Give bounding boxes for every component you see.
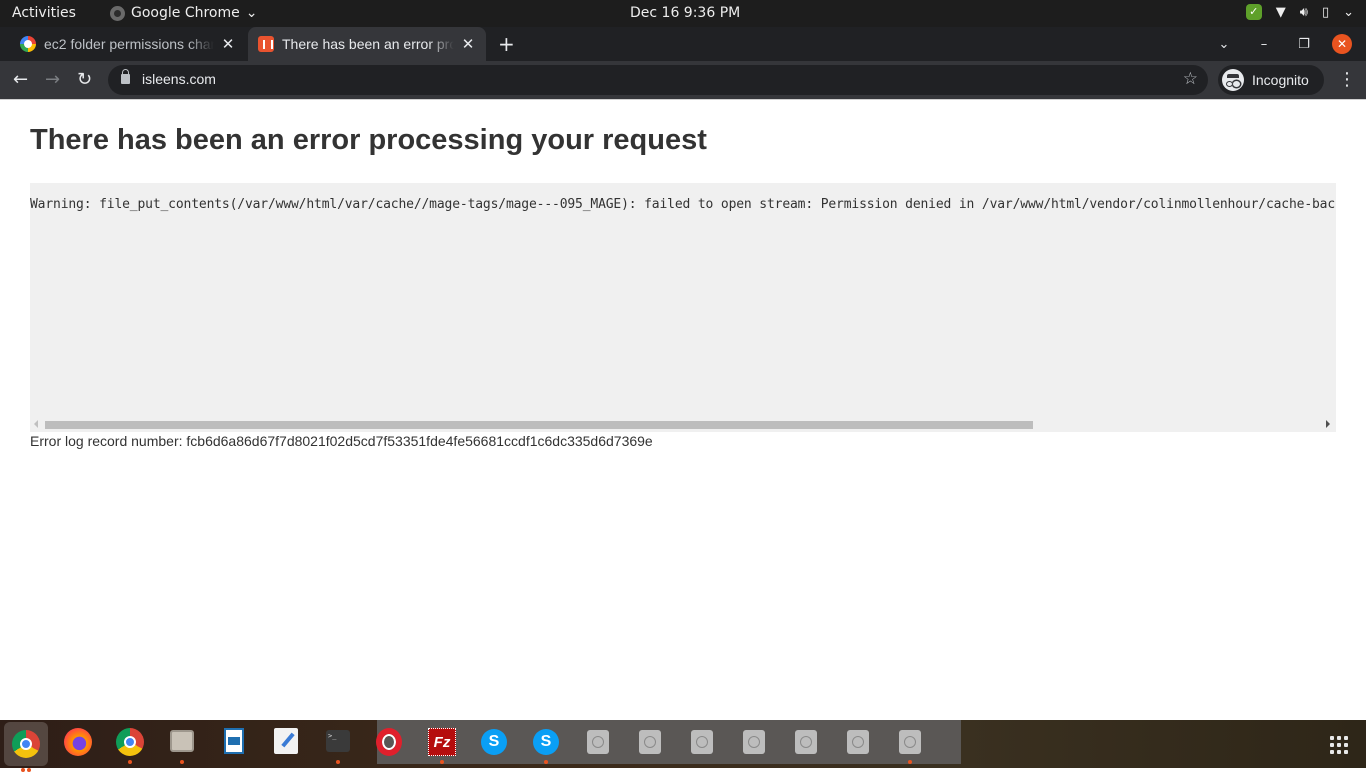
error-message-text: Warning: file_put_contents(/var/www/html… (30, 197, 1336, 212)
tab-title: There has been an error processing your … (282, 36, 454, 52)
restore-button[interactable]: ❐ (1284, 37, 1324, 52)
writer-icon (224, 728, 244, 754)
close-tab-icon[interactable]: ✕ (220, 35, 236, 53)
close-tab-icon[interactable]: ✕ (460, 35, 476, 53)
volume-icon: 🔊︎ (1299, 4, 1308, 20)
scroll-right-arrow-icon[interactable] (1326, 420, 1330, 428)
filezilla-icon: Fz (428, 728, 456, 756)
skype-icon: S (533, 729, 559, 755)
dock-item-chrome[interactable] (4, 722, 48, 772)
error-message-box: Warning: file_put_contents(/var/www/html… (30, 183, 1336, 432)
chrome-app-icon (110, 5, 125, 21)
running-indicator (544, 760, 548, 764)
dock-item-disc[interactable] (582, 726, 614, 758)
dock-item-disc[interactable] (738, 726, 770, 758)
lock-icon[interactable] (121, 69, 130, 84)
running-indicator (21, 768, 25, 772)
page-title: There has been an error processing your … (30, 124, 707, 156)
gnome-top-bar: Activities Google Chrome ⌄ Dec 16 9:36 P… (0, 0, 1366, 27)
running-indicator (180, 760, 184, 764)
tab-google-search[interactable]: ec2 folder permissions change ✕ (10, 27, 246, 61)
running-indicator (336, 760, 340, 764)
dock-item-firefox[interactable] (62, 726, 94, 758)
dock-item-opera[interactable] (374, 726, 406, 758)
chevron-down-icon: ⌄ (245, 5, 258, 21)
browser-toolbar: ← → ↻ isleens.com ☆ Incognito ⋮ (0, 61, 1366, 99)
dock: >_ Fz S S (0, 720, 1366, 772)
disc-icon (743, 730, 765, 754)
new-tab-button[interactable]: + (498, 32, 515, 56)
chevron-down-icon: ⌄ (1343, 4, 1354, 20)
show-applications-icon[interactable] (1330, 736, 1348, 754)
dock-item-disc[interactable] (894, 726, 926, 764)
incognito-badge[interactable]: Incognito (1218, 65, 1324, 95)
dock-item-skype[interactable]: S (478, 726, 510, 758)
tab-search-icon[interactable]: ⌄ (1204, 37, 1244, 52)
dock-item-skype[interactable]: S (530, 726, 562, 764)
dock-item-disc[interactable] (842, 726, 874, 758)
magento-icon (258, 36, 274, 52)
window-controls: ⌄ – ❐ ✕ (1204, 27, 1366, 61)
disc-icon (899, 730, 921, 754)
tab-title: ec2 folder permissions change (44, 36, 214, 52)
text-editor-icon (274, 728, 298, 754)
dock-item-chrome-dev[interactable] (114, 726, 146, 764)
tab-error-page[interactable]: There has been an error processing your … (248, 27, 486, 61)
battery-icon: ▯ (1321, 4, 1330, 20)
disc-icon (639, 730, 661, 754)
running-indicator (908, 760, 912, 764)
update-check-icon[interactable]: ✓ (1245, 4, 1262, 20)
files-icon (170, 730, 194, 752)
minimize-button[interactable]: – (1244, 37, 1284, 52)
app-menu[interactable]: Google Chrome ⌄ (110, 5, 257, 21)
web-page: There has been an error processing your … (0, 99, 1366, 720)
dock-item-text-editor[interactable] (270, 726, 302, 758)
tab-strip: ec2 folder permissions change ✕ There ha… (0, 27, 1366, 61)
chrome-dev-icon (116, 728, 144, 756)
more-menu-icon[interactable]: ⋮ (1338, 69, 1356, 90)
scrollbar-thumb[interactable] (45, 421, 1033, 429)
skype-icon: S (481, 729, 507, 755)
scroll-left-arrow-icon[interactable] (34, 420, 38, 428)
running-indicator (128, 760, 132, 764)
dock-item-writer[interactable] (218, 726, 250, 758)
opera-icon (376, 728, 402, 756)
dock-item-disc[interactable] (790, 726, 822, 758)
forward-button[interactable]: → (45, 69, 60, 91)
incognito-icon (1222, 69, 1244, 91)
wifi-icon: ▼ (1275, 4, 1286, 20)
dock-item-disc[interactable] (686, 726, 718, 758)
app-menu-label: Google Chrome (131, 5, 240, 21)
disc-icon (795, 730, 817, 754)
url-text[interactable]: isleens.com (142, 71, 216, 87)
running-indicator (440, 760, 444, 764)
activities-button[interactable]: Activities (12, 5, 76, 21)
close-window-button[interactable]: ✕ (1332, 34, 1352, 54)
chrome-icon (12, 730, 40, 758)
running-indicator (27, 768, 31, 772)
address-bar[interactable]: isleens.com ☆ (108, 65, 1208, 95)
incognito-label: Incognito (1252, 72, 1309, 88)
bookmark-star-icon[interactable]: ☆ (1183, 69, 1198, 89)
dock-item-filezilla[interactable]: Fz (426, 726, 458, 764)
dock-item-terminal[interactable]: >_ (322, 726, 354, 764)
disc-icon (847, 730, 869, 754)
back-button[interactable]: ← (13, 69, 28, 91)
horizontal-scrollbar[interactable] (30, 417, 1336, 432)
google-icon (20, 36, 36, 52)
firefox-icon (64, 728, 92, 756)
reload-button[interactable]: ↻ (77, 69, 92, 91)
dock-item-disc[interactable] (634, 726, 666, 758)
dock-item-files[interactable] (166, 726, 198, 764)
system-tray[interactable]: ✓ ▼ 🔊︎ ▯ ⌄ (1245, 4, 1354, 20)
error-log-record: Error log record number: fcb6d6a86d67f7d… (30, 433, 653, 449)
disc-icon (587, 730, 609, 754)
disc-icon (691, 730, 713, 754)
terminal-icon: >_ (326, 730, 350, 752)
clock[interactable]: Dec 16 9:36 PM (630, 5, 740, 21)
